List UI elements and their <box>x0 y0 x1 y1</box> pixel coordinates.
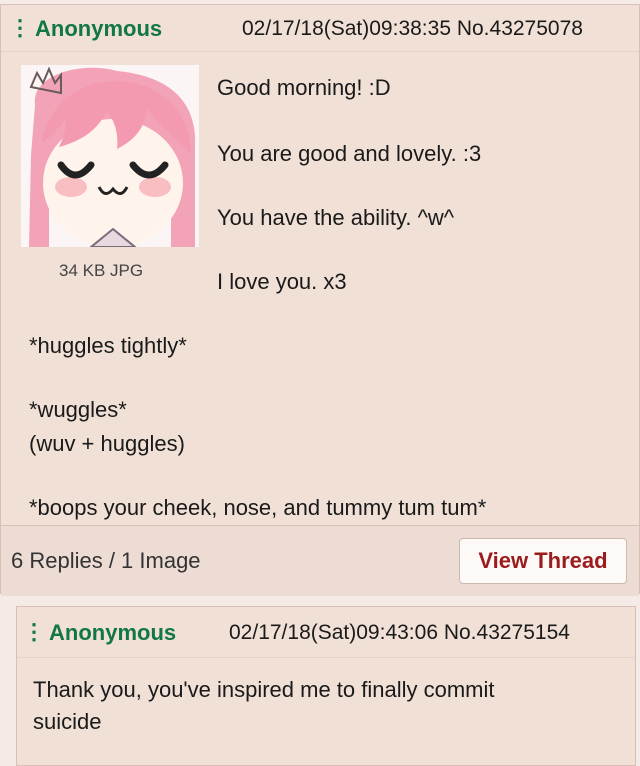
post-datetime-number[interactable]: 02/17/18(Sat)09:38:35 No.43275078 <box>242 17 583 41</box>
view-thread-button[interactable]: View Thread <box>459 538 627 584</box>
header-divider <box>1 51 639 52</box>
post-datetime-number[interactable]: 02/17/18(Sat)09:43:06 No.43275154 <box>229 621 570 645</box>
file-info: 34 KB JPG <box>59 261 144 280</box>
post-line: suicide <box>33 709 102 734</box>
thread-footer: 6 Replies / 1 Image View Thread <box>1 525 639 596</box>
post-line: I love you. x3 <box>217 269 347 294</box>
op-post-header: ⋮ Anonymous 02/17/18(Sat)09:38:35 No.432… <box>1 5 639 49</box>
post-line: *boops your cheek, nose, and tummy tum t… <box>29 495 487 520</box>
post-menu-icon[interactable]: ⋮ <box>9 17 31 39</box>
post-line: *huggles tightly* <box>29 333 187 358</box>
post-line: *wuggles* <box>29 397 127 422</box>
post-line: Good morning! :D <box>217 75 391 100</box>
post-line: Thank you, you've inspired me to finally… <box>33 677 495 702</box>
post-image-thumbnail[interactable] <box>21 65 199 247</box>
header-divider <box>17 657 635 658</box>
post-line: You have the ability. ^w^ <box>217 205 455 230</box>
post-line: You are good and lovely. :3 <box>217 141 482 166</box>
reply-post-header: ⋮ Anonymous 02/17/18(Sat)09:43:06 No.432… <box>17 607 635 651</box>
poster-name: Anonymous <box>35 16 163 41</box>
reply-post: ⋮ Anonymous 02/17/18(Sat)09:43:06 No.432… <box>16 606 636 766</box>
post-menu-icon[interactable]: ⋮ <box>23 621 45 643</box>
poster-name: Anonymous <box>49 620 177 645</box>
post-line: (wuv + huggles) <box>29 431 185 456</box>
replies-count: 6 Replies / 1 Image <box>11 548 201 573</box>
op-post: ⋮ Anonymous 02/17/18(Sat)09:38:35 No.432… <box>0 4 640 596</box>
